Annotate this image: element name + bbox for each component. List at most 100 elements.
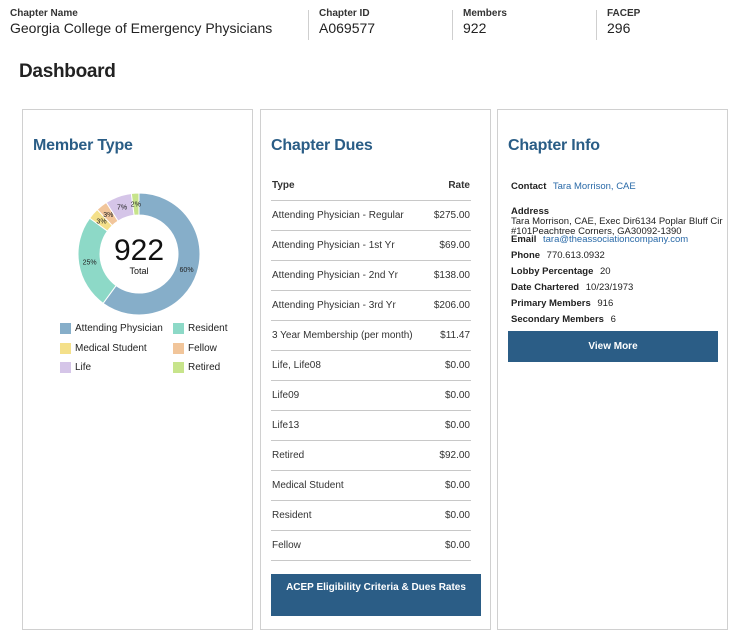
table-row: Medical Student $0.00 (271, 471, 471, 501)
facep-label: FACEP (607, 8, 641, 19)
email-row: Email tara@theassociationcompany.com (511, 234, 688, 245)
dues-type: Resident (272, 510, 312, 521)
legend-item[interactable]: Retired (173, 362, 220, 373)
dues-col-type: Type (272, 180, 295, 191)
dues-rate: $0.00 (444, 420, 470, 431)
chapter-name-label: Chapter Name (10, 8, 78, 19)
table-row: 3 Year Membership (per month) $11.47 (271, 321, 471, 351)
table-row: Attending Physician - 1st Yr $69.00 (271, 231, 471, 261)
legend-label: Life (75, 362, 92, 373)
email-label: Email (511, 234, 537, 245)
dues-rate: $275.00 (433, 210, 470, 221)
member-type-title: Member Type (33, 137, 133, 154)
facep-value: 296 (607, 20, 631, 36)
chapter-id-label: Chapter ID (319, 8, 370, 19)
donut-slice-label: 2% (131, 202, 141, 209)
chapter-id-field: Chapter ID A069577 (319, 8, 375, 36)
chapter-info-title: Chapter Info (508, 137, 600, 154)
table-row: Fellow $0.00 (271, 531, 471, 561)
dues-eligibility-button[interactable]: ACEP Eligibility Criteria & Dues Rates (271, 574, 481, 616)
contact-label: Contact (511, 181, 547, 192)
chapter-header: Chapter Name Georgia College of Emergenc… (0, 8, 737, 40)
dues-type: Attending Physician - Regular (272, 210, 404, 221)
legend-item[interactable]: Resident (173, 323, 227, 334)
facep-field: FACEP 296 (607, 8, 640, 36)
table-row: Attending Physician - 3rd Yr $206.00 (271, 291, 471, 321)
members-field: Members 922 (463, 8, 507, 36)
dues-type: Life, Life08 (272, 360, 321, 371)
primary-members-label: Primary Members (511, 298, 591, 309)
legend-label: Resident (188, 323, 228, 334)
dues-rate: $69.00 (439, 240, 470, 251)
dues-type: Life13 (272, 420, 300, 431)
header-divider (452, 10, 453, 40)
table-row: Retired $92.00 (271, 441, 471, 471)
member-type-donut-chart: 60% 25% 3%3% 7% 2% 922 Total (77, 192, 201, 316)
legend-item[interactable]: Medical Student (60, 343, 147, 354)
members-value: 922 (463, 20, 487, 36)
legend-item[interactable]: Attending Physician (60, 323, 163, 334)
dues-type: Retired (272, 450, 305, 461)
primary-members-value: 916 (597, 298, 614, 309)
chartered-label: Date Chartered (511, 282, 580, 293)
dues-type: Medical Student (272, 480, 344, 491)
dues-type: 3 Year Membership (per month) (272, 330, 413, 341)
table-row: Life09 $0.00 (271, 381, 471, 411)
table-row: Resident $0.00 (271, 501, 471, 531)
dues-type: Attending Physician - 3rd Yr (272, 300, 396, 311)
dues-rate: $11.47 (440, 330, 470, 341)
dues-rate: $92.00 (439, 450, 470, 461)
members-label: Members (463, 8, 507, 19)
dues-type: Life09 (272, 390, 300, 401)
table-row: Attending Physician - Regular $275.00 (271, 201, 471, 231)
dues-type: Attending Physician - 2nd Yr (272, 270, 399, 281)
dues-type: Fellow (272, 540, 301, 551)
secondary-members-row: Secondary Members 6 (511, 314, 616, 325)
legend-label: Medical Student (75, 343, 147, 354)
chartered-row: Date Chartered 10/23/1973 (511, 282, 633, 293)
donut-slice-label: 25% (83, 259, 97, 266)
dues-table: Type Rate Attending Physician - Regular $… (271, 180, 471, 561)
legend-item[interactable]: Fellow (173, 343, 217, 354)
dues-rate: $0.00 (444, 540, 470, 551)
dues-table-header: Type Rate (271, 180, 471, 201)
member-type-card: Member Type 60% 25% 3% 3% 7% 2% 922 Total Att… (22, 109, 253, 630)
phone-row: Phone 770.613.0932 (511, 250, 605, 261)
legend-label: Fellow (188, 343, 217, 354)
email-link[interactable]: tara@theassociationcompany.com (543, 234, 688, 245)
donut-total-value: 922 (114, 234, 164, 267)
legend-swatch (173, 343, 184, 354)
dues-rate: $0.00 (444, 480, 470, 491)
chapter-name-field: Chapter Name Georgia College of Emergenc… (10, 8, 272, 36)
dues-col-rate: Rate (448, 180, 470, 191)
donut-slice-label: 7% (117, 204, 127, 211)
lobby-row: Lobby Percentage 20 (511, 266, 611, 277)
legend-label: Attending Physician (75, 323, 163, 334)
header-divider (596, 10, 597, 40)
legend-swatch (60, 323, 71, 334)
legend-swatch (60, 343, 71, 354)
donut-slice-label: 3% (103, 212, 113, 219)
chapter-dues-title: Chapter Dues (271, 137, 373, 154)
legend-swatch (60, 362, 71, 373)
dues-rate: $0.00 (444, 510, 470, 521)
phone-label: Phone (511, 250, 541, 261)
chapter-info-card: Chapter Info Contact Tara Morrison, CAE … (497, 109, 728, 630)
dues-rate: $138.00 (433, 270, 470, 281)
contact-row: Contact Tara Morrison, CAE (511, 181, 636, 192)
legend-label: Retired (188, 362, 221, 373)
chapter-dues-card: Chapter Dues Type Rate Attending Physici… (260, 109, 491, 630)
legend-swatch (173, 362, 184, 373)
view-more-button[interactable]: View More (508, 331, 718, 362)
legend-item[interactable]: Life (60, 362, 91, 373)
contact-link[interactable]: Tara Morrison, CAE (553, 181, 636, 192)
chapter-name-value: Georgia College of Emergency Physicians (10, 20, 273, 36)
lobby-label: Lobby Percentage (511, 266, 594, 277)
lobby-value: 20 (600, 266, 611, 277)
donut-slice-label: 3% (96, 218, 106, 225)
dues-type: Attending Physician - 1st Yr (272, 240, 395, 251)
dues-rate: $0.00 (444, 390, 470, 401)
dues-rate: $206.00 (433, 300, 470, 311)
secondary-members-value: 6 (610, 314, 616, 325)
table-row: Attending Physician - 2nd Yr $138.00 (271, 261, 471, 291)
